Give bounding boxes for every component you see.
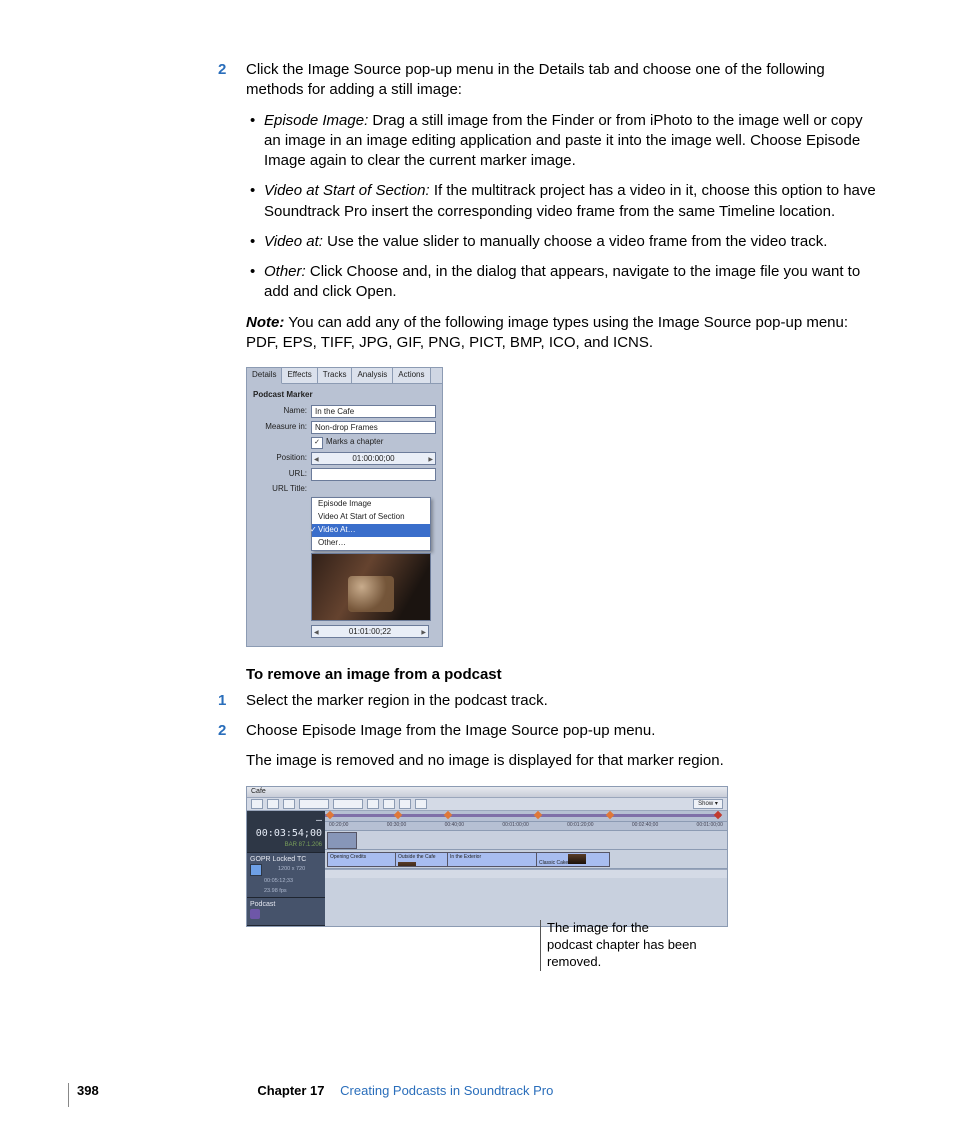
toolbar: Show ▾ bbox=[247, 798, 727, 811]
tool-button[interactable] bbox=[383, 799, 395, 809]
track-sidebar: – 00:03:54;00 BAR 87.1.206 GOPR Locked T… bbox=[247, 811, 325, 926]
timeline-area[interactable]: 00:20;0000:30;0000:40;0000:01:00;0000:01… bbox=[325, 811, 727, 926]
timecode-sub: BAR 87.1.206 bbox=[250, 841, 322, 849]
tool-button[interactable] bbox=[283, 799, 295, 809]
term: Video at: bbox=[264, 233, 323, 250]
tab-effects[interactable]: Effects bbox=[282, 368, 317, 383]
step-number: 1 bbox=[218, 691, 226, 711]
video-lane[interactable] bbox=[325, 831, 727, 850]
page-footer: 398 Chapter 17 Creating Podcasts in Soun… bbox=[68, 1083, 889, 1107]
tab-bar: Details Effects Tracks Analysis Actions bbox=[247, 368, 442, 384]
overview-lane[interactable] bbox=[325, 811, 727, 822]
speaker-icon bbox=[250, 909, 260, 919]
chapter-label: Chapter 17 bbox=[257, 1083, 324, 1098]
podcast-chip[interactable]: Outside the Cafe bbox=[395, 852, 449, 867]
video-clip[interactable] bbox=[327, 832, 357, 849]
step-text: Click the Image Source pop-up menu in th… bbox=[246, 61, 825, 98]
list-item: Video at Start of Section: If the multit… bbox=[264, 181, 878, 222]
image-source-menu[interactable]: Episode Image Video At Start of Section … bbox=[311, 497, 431, 550]
tool-button[interactable] bbox=[251, 799, 263, 809]
chapter-title: Creating Podcasts in Soundtrack Pro bbox=[340, 1083, 553, 1098]
track-meta: 1200 x 720 bbox=[278, 866, 305, 872]
label: URL: bbox=[253, 469, 307, 480]
note-text: You can add any of the following image t… bbox=[246, 314, 848, 351]
podcast-chip[interactable]: In the Exterior bbox=[447, 852, 538, 867]
track-name: GOPR Locked TC bbox=[250, 855, 322, 864]
step-2: 2 Click the Image Source pop-up menu in … bbox=[246, 60, 878, 101]
track-name: Podcast bbox=[250, 900, 322, 909]
menu-item[interactable]: Video At Start of Section bbox=[312, 511, 430, 524]
tab-actions[interactable]: Actions bbox=[393, 368, 430, 383]
podcast-lane[interactable]: Opening Credits Outside the Cafe In the … bbox=[325, 850, 727, 869]
note-block: Note: You can add any of the following i… bbox=[246, 313, 878, 354]
name-input[interactable]: In the Cafe bbox=[311, 405, 436, 418]
video-track-header[interactable]: GOPR Locked TC 1200 x 720 00:05:12;33 23… bbox=[247, 853, 325, 898]
term: Episode Image: bbox=[264, 112, 368, 129]
term-desc: Click Choose and, in the dialog that app… bbox=[264, 263, 860, 300]
video-time-stepper[interactable]: 01:01:00;22 bbox=[311, 625, 429, 638]
term: Other: bbox=[264, 263, 306, 280]
details-panel-screenshot: Details Effects Tracks Analysis Actions … bbox=[246, 367, 443, 647]
remove-step-1: 1 Select the marker region in the podcas… bbox=[246, 691, 878, 711]
tab-analysis[interactable]: Analysis bbox=[352, 368, 393, 383]
scrollbar[interactable] bbox=[325, 869, 727, 878]
tool-popup[interactable] bbox=[333, 799, 363, 809]
track-meta: 23.98 fps bbox=[264, 888, 287, 894]
list-item: Other: Click Choose and, in the dialog t… bbox=[264, 262, 878, 303]
step-text: Select the marker region in the podcast … bbox=[246, 692, 548, 709]
url-input[interactable] bbox=[311, 468, 436, 481]
measure-select[interactable]: Non-drop Frames bbox=[311, 421, 436, 434]
panel-heading: Podcast Marker bbox=[253, 390, 436, 401]
step-number: 2 bbox=[218, 721, 226, 741]
timeline-screenshot: Cafe Show ▾ – 00:03:54;00 BAR 87.1.206 G… bbox=[246, 786, 728, 927]
tab-details[interactable]: Details bbox=[247, 368, 282, 384]
menu-item[interactable]: Episode Image bbox=[312, 498, 430, 511]
options-list: Episode Image: Drag a still image from t… bbox=[264, 111, 878, 303]
timecode: – 00:03:54;00 bbox=[250, 814, 322, 841]
tab-tracks[interactable]: Tracks bbox=[318, 368, 353, 383]
image-well[interactable] bbox=[311, 553, 431, 621]
label: Name: bbox=[253, 406, 307, 417]
track-meta: 00:05:12;33 bbox=[264, 878, 293, 884]
window-title: Cafe bbox=[247, 787, 727, 798]
tool-button[interactable] bbox=[415, 799, 427, 809]
podcast-chip-selected[interactable]: Classic Cake bbox=[536, 852, 610, 867]
tool-popup[interactable] bbox=[299, 799, 329, 809]
position-stepper[interactable]: 01:00:00;00 bbox=[311, 452, 436, 465]
marks-chapter-checkbox[interactable]: ✓ bbox=[311, 437, 323, 449]
show-menu[interactable]: Show ▾ bbox=[693, 799, 723, 809]
list-item: Episode Image: Drag a still image from t… bbox=[264, 111, 878, 172]
menu-item[interactable]: Other… bbox=[312, 537, 430, 550]
tool-button[interactable] bbox=[367, 799, 379, 809]
label: URL Title: bbox=[253, 484, 307, 495]
time-ruler[interactable]: 00:20;0000:30;0000:40;0000:01:00;0000:01… bbox=[325, 822, 727, 831]
tool-button[interactable] bbox=[399, 799, 411, 809]
page-number: 398 bbox=[69, 1083, 99, 1098]
film-icon bbox=[250, 864, 262, 876]
podcast-chip[interactable]: Opening Credits bbox=[327, 852, 397, 867]
tool-button[interactable] bbox=[267, 799, 279, 809]
step-text: Choose Episode Image from the Image Sour… bbox=[246, 722, 655, 739]
label: Position: bbox=[253, 453, 307, 464]
caption: The image for the podcast chapter has be… bbox=[540, 920, 697, 971]
remove-step-2: 2 Choose Episode Image from the Image So… bbox=[246, 721, 878, 741]
term-desc: Use the value slider to manually choose … bbox=[323, 233, 827, 250]
result-text: The image is removed and no image is dis… bbox=[246, 751, 878, 771]
timecode-display: – 00:03:54;00 BAR 87.1.206 bbox=[247, 811, 325, 853]
remove-heading: To remove an image from a podcast bbox=[246, 665, 878, 685]
note-label: Note: bbox=[246, 314, 284, 331]
step-number: 2 bbox=[218, 60, 226, 80]
checkbox-label: Marks a chapter bbox=[326, 437, 383, 448]
podcast-track-header[interactable]: Podcast bbox=[247, 898, 325, 926]
term: Video at Start of Section: bbox=[264, 182, 430, 199]
menu-item-selected[interactable]: Video At… bbox=[312, 524, 430, 537]
list-item: Video at: Use the value slider to manual… bbox=[264, 232, 878, 252]
label: Measure in: bbox=[253, 422, 307, 433]
